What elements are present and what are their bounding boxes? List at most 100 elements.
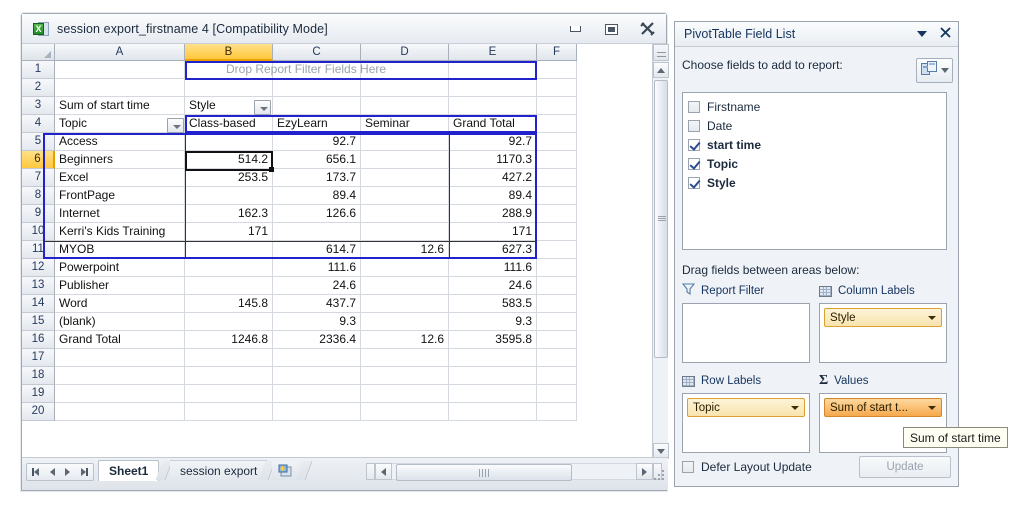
cell-B2[interactable]: [185, 79, 273, 97]
row-labels-dropzone[interactable]: Topic: [682, 393, 810, 453]
insert-worksheet-icon[interactable]: [272, 461, 298, 480]
cell-B5[interactable]: [185, 133, 273, 151]
row-header-3[interactable]: 3: [22, 97, 55, 115]
cell-A4-topic-field[interactable]: Topic: [55, 115, 185, 133]
cell-D13[interactable]: [361, 277, 449, 295]
cell-C9[interactable]: 126.6: [273, 205, 361, 223]
cell-C19[interactable]: [273, 385, 361, 403]
cell-B7[interactable]: 253.5: [185, 169, 273, 187]
cell-D5[interactable]: [361, 133, 449, 151]
cell-A18[interactable]: [55, 367, 185, 385]
panel-title-bar[interactable]: PivotTable Field List: [675, 22, 958, 47]
spreadsheet-grid[interactable]: ABCDEF 1234567891011121314151617181920 S…: [22, 44, 668, 459]
chevron-down-icon[interactable]: [916, 25, 928, 43]
cell-D7[interactable]: [361, 169, 449, 187]
row-header-11[interactable]: 11: [22, 241, 55, 259]
vertical-scrollbar[interactable]: [652, 44, 668, 459]
cell-E3[interactable]: [449, 97, 537, 115]
cell-A14[interactable]: Word: [55, 295, 185, 313]
cell-B4-class-based[interactable]: Class-based: [185, 115, 273, 133]
cell-F18[interactable]: [537, 367, 577, 385]
checkbox-firstname[interactable]: [688, 101, 700, 113]
cell-A7[interactable]: Excel: [55, 169, 185, 187]
cell-F6[interactable]: [537, 151, 577, 169]
report-filter-dropzone[interactable]: [682, 303, 810, 363]
sheet-tab-sheet1[interactable]: Sheet1: [98, 460, 159, 481]
cell-F19[interactable]: [537, 385, 577, 403]
cell-C18[interactable]: [273, 367, 361, 385]
horizontal-scroll-thumb[interactable]: [396, 464, 572, 481]
cell-F20[interactable]: [537, 403, 577, 421]
defer-layout-update-checkbox[interactable]: Defer Layout Update: [682, 460, 812, 474]
checkbox-box[interactable]: [682, 461, 694, 473]
cell-C16[interactable]: 2336.4: [273, 331, 361, 349]
scroll-right-button[interactable]: [636, 463, 653, 480]
cell-C3[interactable]: [273, 97, 361, 115]
cell-B11[interactable]: [185, 241, 273, 259]
cell-A10[interactable]: Kerri's Kids Training: [55, 223, 185, 241]
column-labels-dropzone[interactable]: Style: [819, 303, 947, 363]
cell-C7[interactable]: 173.7: [273, 169, 361, 187]
cell-D4-seminar[interactable]: Seminar: [361, 115, 449, 133]
cell-C5[interactable]: 92.7: [273, 133, 361, 151]
cell-F11[interactable]: [537, 241, 577, 259]
cell-F9[interactable]: [537, 205, 577, 223]
cell-A8[interactable]: FrontPage: [55, 187, 185, 205]
cell-A12[interactable]: Powerpoint: [55, 259, 185, 277]
cell-F14[interactable]: [537, 295, 577, 313]
style-filter-button[interactable]: [254, 100, 271, 115]
cell-D12[interactable]: [361, 259, 449, 277]
field-pill-topic[interactable]: Topic: [687, 398, 805, 417]
row-header-14[interactable]: 14: [22, 295, 55, 313]
checkbox-date[interactable]: [688, 120, 700, 132]
cell-D11[interactable]: 12.6: [361, 241, 449, 259]
row-header-10[interactable]: 10: [22, 223, 55, 241]
field-pill-sum-of-start-time[interactable]: Sum of start t...: [824, 398, 942, 417]
cell-F8[interactable]: [537, 187, 577, 205]
cell-C11[interactable]: 614.7: [273, 241, 361, 259]
cell-F10[interactable]: [537, 223, 577, 241]
checkbox-style[interactable]: [688, 177, 700, 189]
cell-A3-sum-of-start-time[interactable]: Sum of start time: [55, 97, 185, 115]
restore-button[interactable]: [600, 20, 622, 38]
cell-E19[interactable]: [449, 385, 537, 403]
field-pill-style[interactable]: Style: [824, 308, 942, 327]
row-header-8[interactable]: 8: [22, 187, 55, 205]
field-item-start-time[interactable]: start time: [688, 135, 941, 154]
field-checkbox-list[interactable]: FirstnameDatestart timeTopicStyle: [682, 92, 947, 250]
cell-F13[interactable]: [537, 277, 577, 295]
cell-B10[interactable]: 171: [185, 223, 273, 241]
drop-report-filter-text[interactable]: Drop Report Filter Fields Here: [226, 61, 386, 78]
cell-A5[interactable]: Access: [55, 133, 185, 151]
cell-E16[interactable]: 3595.8: [449, 331, 537, 349]
cell-F16[interactable]: [537, 331, 577, 349]
cell-C8[interactable]: 89.4: [273, 187, 361, 205]
cell-E20[interactable]: [449, 403, 537, 421]
sheet-navigation-buttons[interactable]: [26, 463, 94, 481]
cell-E13[interactable]: 24.6: [449, 277, 537, 295]
cell-F2[interactable]: [537, 79, 577, 97]
row-header-20[interactable]: 20: [22, 403, 55, 421]
row-header-12[interactable]: 12: [22, 259, 55, 277]
cell-C20[interactable]: [273, 403, 361, 421]
row-header-6[interactable]: 6: [22, 151, 55, 169]
row-header-18[interactable]: 18: [22, 367, 55, 385]
cell-B8[interactable]: [185, 187, 273, 205]
field-item-firstname[interactable]: Firstname: [688, 97, 941, 116]
cell-D16[interactable]: 12.6: [361, 331, 449, 349]
column-header-a[interactable]: A: [55, 44, 185, 61]
cell-E10[interactable]: 171: [449, 223, 537, 241]
cell-E6[interactable]: 1170.3: [449, 151, 537, 169]
row-header-5[interactable]: 5: [22, 133, 55, 151]
cell-E7[interactable]: 427.2: [449, 169, 537, 187]
row-header-4[interactable]: 4: [22, 115, 55, 133]
cell-F1[interactable]: [537, 61, 577, 79]
cell-E18[interactable]: [449, 367, 537, 385]
cell-B14[interactable]: 145.8: [185, 295, 273, 313]
row-header-17[interactable]: 17: [22, 349, 55, 367]
cell-A9[interactable]: Internet: [55, 205, 185, 223]
cell-D9[interactable]: [361, 205, 449, 223]
column-header-c[interactable]: C: [273, 44, 361, 61]
row-header-9[interactable]: 9: [22, 205, 55, 223]
cell-D2[interactable]: [361, 79, 449, 97]
